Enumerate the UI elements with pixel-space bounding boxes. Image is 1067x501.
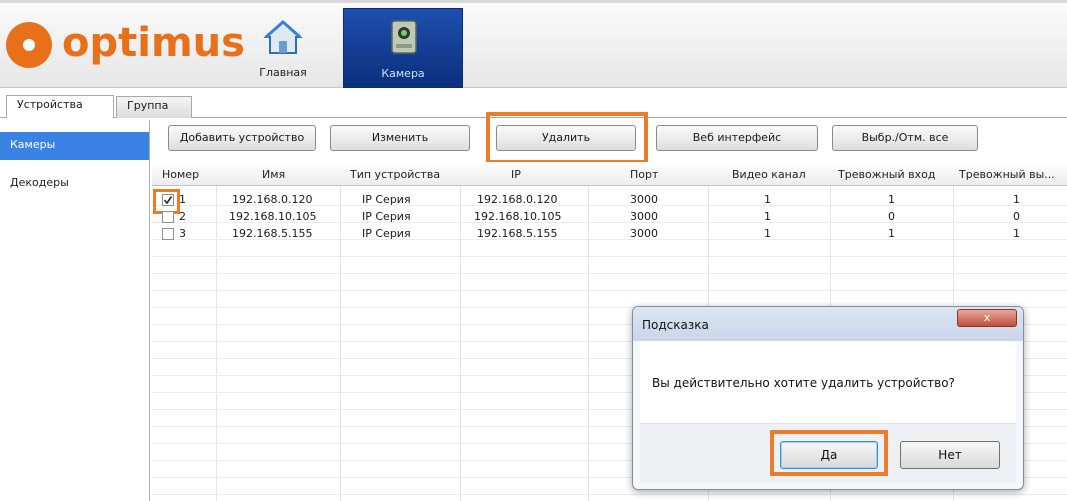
row-checkbox[interactable] [162,211,174,223]
yes-button-highlight [770,430,888,476]
column-header-alarm-in[interactable]: Тревожный вход [838,168,935,181]
cell-port: 3000 [630,210,658,223]
column-header-ip[interactable]: IP [511,168,521,181]
table-row[interactable]: 2 192.168.10.105 IP Серия 192.168.10.105… [152,208,1067,225]
cell-number: 2 [179,210,186,223]
grid-line [152,290,1067,291]
optimus-logo-icon [6,22,52,68]
cell-type: IP Серия [362,227,411,240]
column-header-type[interactable]: Тип устройства [350,168,440,181]
add-device-button[interactable]: Добавить устройство [168,125,316,151]
column-header-number[interactable]: Номер [162,168,199,181]
nav-camera-label: Камера [381,67,425,80]
column-header-alarm-out[interactable]: Тревожный вы... [959,168,1055,181]
grid-line [152,273,1067,274]
edit-button[interactable]: Изменить [330,125,470,151]
cell-alarm-in: 0 [888,210,895,223]
app-logo-text: optimus [62,20,245,66]
nav-tab-camera[interactable]: Камера [343,8,463,88]
grid-line [152,256,1067,257]
cell-port: 3000 [630,193,658,206]
table-row[interactable]: 1 192.168.0.120 IP Серия 192.168.0.120 3… [152,191,1067,208]
tab-group[interactable]: Группа [116,96,192,118]
house-icon [263,19,303,54]
cell-type: IP Серия [362,210,411,223]
web-interface-button[interactable]: Веб интерфейс [656,125,818,151]
cell-name: 192.168.0.120 [232,193,313,206]
dialog-title: Подсказка [642,318,709,332]
grid-line [152,494,1067,495]
cell-name: 192.168.5.155 [232,227,313,240]
column-header-name[interactable]: Имя [262,168,285,181]
column-header-port[interactable]: Порт [630,168,658,181]
column-header-video-channel[interactable]: Видео канал [732,168,806,181]
cell-ip: 192.168.10.105 [474,210,562,223]
cell-alarm-out: 0 [1013,210,1020,223]
cell-ip: 192.168.0.120 [477,193,558,206]
cell-type: IP Серия [362,193,411,206]
cell-port: 3000 [630,227,658,240]
cell-number: 1 [179,193,186,206]
cell-alarm-out: 1 [1013,227,1020,240]
cell-video-channel: 1 [764,193,771,206]
cell-alarm-out: 1 [1013,193,1020,206]
row-checkbox[interactable] [162,228,174,240]
cell-name: 192.168.10.105 [229,210,317,223]
cell-alarm-in: 1 [888,193,895,206]
cell-video-channel: 1 [764,227,771,240]
nav-tab-home[interactable]: Главная [224,8,342,88]
cell-alarm-in: 1 [888,227,895,240]
sidebar-item-decoders[interactable]: Декодеры [0,170,149,198]
tab-devices[interactable]: Устройства [6,95,114,118]
select-all-button[interactable]: Выбр./Отм. все [832,125,978,151]
dialog-close-button[interactable]: x [957,309,1017,327]
delete-button-highlight [486,112,648,164]
dialog-no-button[interactable]: Нет [900,441,1000,469]
dialog-message: Вы действительно хотите удалить устройст… [652,376,955,390]
cell-video-channel: 1 [764,210,771,223]
table-row[interactable]: 3 192.168.5.155 IP Серия 192.168.5.155 3… [152,225,1067,242]
cell-ip: 192.168.5.155 [477,227,558,240]
cell-number: 3 [179,227,186,240]
nav-home-label: Главная [259,66,307,79]
sidebar-item-cameras[interactable]: Камеры [0,132,149,160]
camera-device-icon [391,20,417,54]
